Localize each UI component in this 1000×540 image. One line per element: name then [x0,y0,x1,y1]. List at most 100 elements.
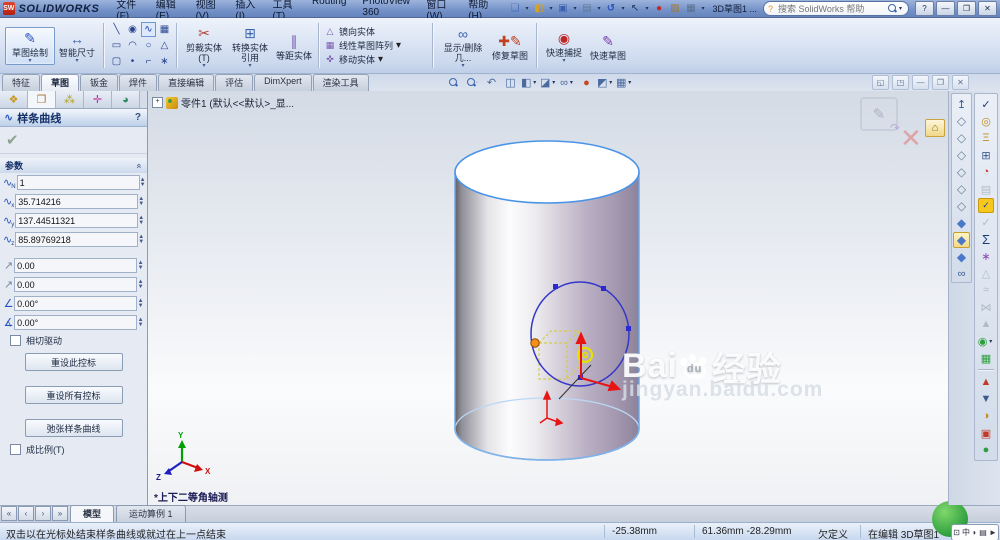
tab-features[interactable]: 特征 [2,74,41,91]
view-dimetric-icon[interactable]: ◆ [953,249,970,265]
reset-all-handles-button[interactable]: 重设所有控标 [24,386,123,404]
zoom-area-icon[interactable]: ▫ [464,75,481,90]
search-dropdown-icon[interactable]: ▾ [897,5,904,12]
doc-restore-icon[interactable]: ❐ [932,75,949,90]
hide-show-items-icon[interactable]: ∞ ▾ [559,75,576,90]
offset-entities-button[interactable]: ∥ 等距实体 [274,30,314,62]
move-dropdown-icon[interactable]: ▾ [378,54,383,65]
view-orientation-icon[interactable]: ◧ ▾ [521,75,538,90]
convert-dropdown-icon[interactable]: ▾ [248,63,251,69]
help-button[interactable]: ? [915,1,934,16]
tangent-weight2-input[interactable] [14,277,138,292]
ime-punctuation-icon[interactable]: ◗ [972,528,977,537]
tab-nav-last-icon[interactable]: » [52,506,68,521]
model-tab[interactable]: 模型 [70,505,115,522]
tangent-polar-input[interactable] [14,315,138,330]
spline-tool-icon[interactable]: ∿ [141,22,156,37]
ime-menu-icon[interactable]: ► [989,528,997,537]
minimize-button[interactable]: — [936,1,955,16]
tangent-weight1-input[interactable] [14,258,138,273]
line-tool-icon[interactable]: ╲ [109,22,124,37]
repair-sketch-button[interactable]: ✚✎ 修复草图 [488,30,532,62]
quick-snaps-button[interactable]: ◉ 快速捕捉 ▾ [542,27,586,65]
tab-nav-first-icon[interactable]: « [1,506,17,521]
simulation-icon[interactable]: ▲ [978,374,995,390]
zebra-stripes-icon[interactable]: ≈ [978,282,995,298]
ime-keyboard-icon[interactable]: ▤ [979,528,987,537]
exit-sketch-corner-icon[interactable]: ✎ [860,97,900,135]
tab-evaluate[interactable]: 评估 [215,74,254,91]
measure-icon[interactable]: ◎ [978,113,995,129]
smart-dimension-dropdown-icon[interactable]: ▾ [75,58,78,64]
ime-mode-icon[interactable]: ⊡ [953,528,960,537]
undo-dropdown-icon[interactable]: ▾ [619,5,626,12]
doc-icon-b[interactable]: ◳ [892,75,909,90]
relax-spline-button[interactable]: 弛张样条曲线 [24,419,123,437]
sensor-icon[interactable]: ◔ [978,164,995,180]
configuration-manager-tab-icon[interactable]: ⁂ [56,91,84,108]
new-document-icon[interactable]: ❏ [507,2,522,16]
slot-tool-icon[interactable]: ▢ [109,54,124,69]
rebuild-icon[interactable]: ● [651,2,666,16]
apply-scene-icon[interactable]: ◩ ▾ [597,75,614,90]
ok-checkmark-button[interactable]: ✔ [6,131,19,149]
compare-icon[interactable]: ▣ [978,425,995,441]
view-settings-icon[interactable]: ▦ ▾ [616,75,633,90]
curvature-icon[interactable]: ∗ [978,248,995,264]
quick-snaps-dropdown-icon[interactable]: ▾ [562,58,565,64]
smart-dimension-button[interactable]: ↔ 智能尺寸 ▾ [55,27,99,65]
spinner-control[interactable]: ▲ ▼ [138,232,144,247]
doc-icon-a[interactable]: ◱ [872,75,889,90]
spline-point-number-input[interactable] [16,175,140,190]
tab-sketch[interactable]: 草图 [41,74,80,91]
tangent-driving-checkbox[interactable] [10,335,21,346]
cancel-sketch-icon[interactable]: ✕ [900,123,922,154]
flow-simulation-icon[interactable]: ▼ [978,391,995,407]
spline-y-input[interactable] [15,213,139,228]
view-right-icon[interactable]: ◇ [953,164,970,180]
select-dropdown-icon[interactable]: ▾ [643,5,650,12]
tab-nav-next-icon[interactable]: › [35,506,51,521]
parting-line-icon[interactable]: ▲ [978,316,995,332]
spinner-control[interactable]: ▲ ▼ [137,258,144,273]
display-style-icon[interactable]: ◪ ▾ [540,75,557,90]
spinner-control[interactable]: ▲ ▼ [137,277,144,292]
move-entities-button[interactable]: ✜ 移动实体 ▾ [324,53,428,66]
trim-entities-button[interactable]: ✂ 剪裁实体(T) ▾ [182,22,226,70]
mass-properties-icon[interactable]: Ξ [978,130,995,146]
tree-expand-icon[interactable]: + [152,97,163,108]
dimxpert-manager-tab-icon[interactable]: ✛ [84,91,112,108]
check-sketch-icon[interactable]: ✓ [978,198,994,213]
part-name[interactable]: 零件1 (默认<<默认>_显... [181,95,294,110]
fillet-tool-icon[interactable]: ⌐ [141,54,156,69]
normal-to-icon[interactable]: ↥ [953,96,970,112]
save-dropdown-icon[interactable]: ▾ [571,5,578,12]
symmetry-check-icon[interactable]: ⋈ [978,299,995,315]
spinner-control[interactable]: ▲ ▼ [138,213,144,228]
proportional-checkbox[interactable] [10,444,21,455]
tab-render-tools[interactable]: 渲染工具 [312,74,369,91]
view-front-icon[interactable]: ◇ [953,113,970,129]
pattern-tool-icon[interactable]: ▦ [157,22,172,37]
view-trimetric-icon[interactable]: ◆ [953,232,970,248]
tab-direct-editing[interactable]: 直接编辑 [158,74,215,91]
tab-sheet-metal[interactable]: 钣金 [80,74,119,91]
doc-minimize-icon[interactable]: — [912,75,929,90]
undo-icon[interactable]: ↺ [603,2,618,16]
tangent-driving-checkbox-row[interactable]: 相切驱动 [0,332,147,349]
property-manager-tab-icon[interactable]: ❐ [28,91,56,108]
doc-close-icon[interactable]: ✕ [952,75,969,90]
arc-tool-icon[interactable]: ◠ [125,38,140,53]
ime-chinese-icon[interactable]: 中 [962,527,970,538]
options-icon[interactable]: ▦ [683,2,698,16]
feature-manager-tab-icon[interactable]: ❖ [0,91,28,108]
point-tool-icon[interactable]: • [125,54,140,69]
parameters-section-header[interactable]: 参数 « [0,158,147,173]
sustainability-icon[interactable]: ● [978,442,995,458]
view-bottom-icon[interactable]: ◇ [953,198,970,214]
options-dropdown-icon[interactable]: ▾ [699,5,706,12]
previous-view-icon[interactable]: ↶ [483,75,500,90]
equations-icon[interactable]: Σ [978,231,995,247]
statistics-icon[interactable]: ▤ [978,181,995,197]
cylinder-top-face[interactable] [454,140,640,204]
